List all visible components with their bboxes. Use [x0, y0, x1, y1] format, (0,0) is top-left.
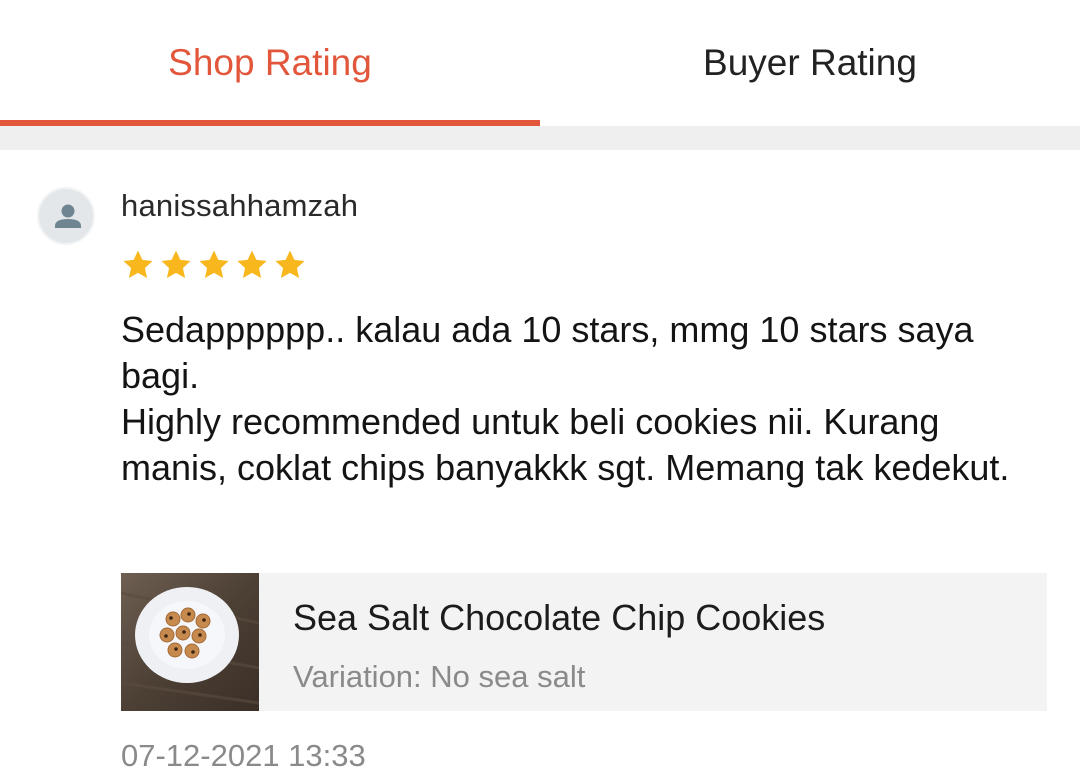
star-icon: [237, 250, 267, 279]
section-divider: [0, 126, 1080, 150]
review-comment: Sedapppppp.. kalau ada 10 stars, mmg 10 …: [121, 309, 1010, 488]
star-rating: [121, 248, 307, 282]
avatar[interactable]: [37, 187, 95, 245]
tab-buyer-rating-label: Buyer Rating: [703, 42, 917, 83]
review-timestamp: 07-12-2021 13:33: [121, 738, 366, 773]
star-icon: [275, 250, 305, 279]
product-variation: Variation: No sea salt: [293, 659, 586, 694]
user-avatar-icon: [55, 204, 81, 228]
tab-buyer-rating[interactable]: Buyer Rating: [540, 0, 1080, 126]
reviewer-username: hanissahhamzah: [121, 188, 359, 223]
star-icon: [123, 250, 153, 279]
review-card: hanissahhamzah Sedapppppp.. kalau ada 10…: [0, 150, 1080, 781]
product-name: Sea Salt Chocolate Chip Cookies: [293, 597, 826, 638]
reviewed-product[interactable]: Sea Salt Chocolate Chip Cookies Variatio…: [121, 573, 1047, 711]
rating-tabs: Shop Rating Buyer Rating: [0, 0, 1080, 126]
cookies-plate-image: [121, 573, 259, 711]
tab-shop-rating[interactable]: Shop Rating: [0, 0, 540, 126]
tab-shop-rating-label: Shop Rating: [168, 42, 372, 83]
star-icon: [199, 250, 229, 279]
product-thumbnail: [121, 573, 259, 711]
star-icon: [161, 250, 191, 279]
